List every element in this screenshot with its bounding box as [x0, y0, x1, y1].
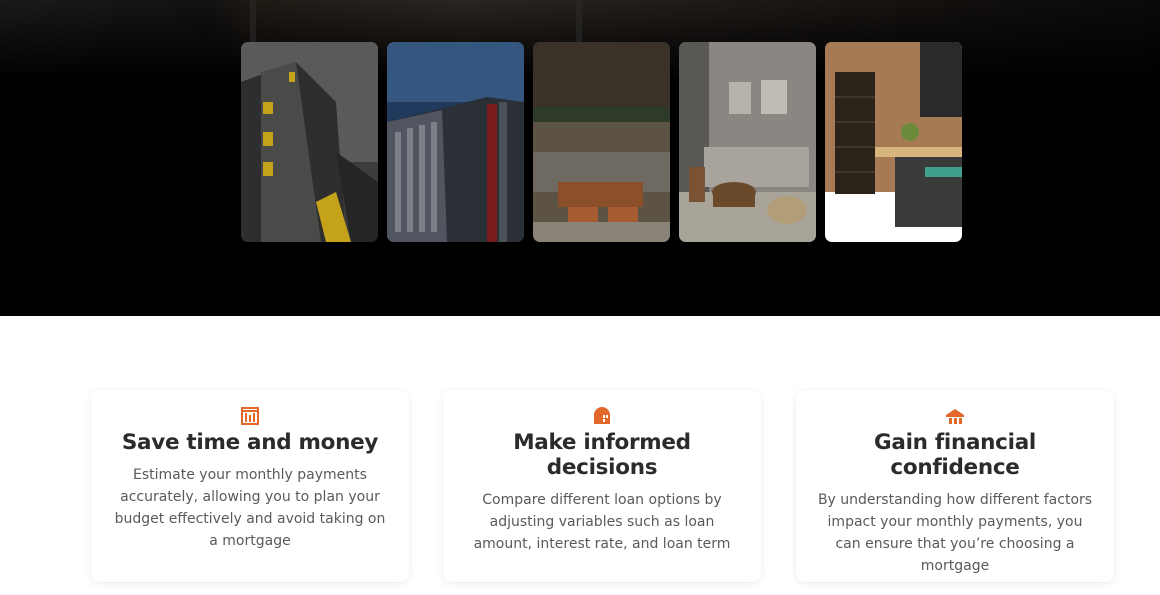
hero-section: [0, 0, 1160, 316]
feature-title: Save time and money: [121, 430, 379, 455]
home-roof-icon: [946, 409, 964, 424]
feature-title: Gain financial confidence: [874, 430, 1036, 480]
feature-description: Compare different loan options by adjust…: [473, 492, 731, 552]
building-photo: [241, 42, 378, 242]
living-room-photo: [533, 42, 670, 242]
lounge-photo: [679, 42, 816, 242]
tower-photo: [387, 42, 524, 242]
calculator-icon: [241, 407, 259, 425]
feature-description: Estimate your monthly payments accuratel…: [114, 467, 386, 549]
house-icon: [594, 407, 610, 424]
feature-description: By understanding how different factors i…: [817, 492, 1093, 574]
feature-card-informed-decisions: Make informed decisions Compare differen…: [443, 390, 761, 582]
feature-card-save-time: Save time and money Estimate your monthl…: [91, 390, 409, 582]
kitchen-photo: [825, 42, 962, 242]
feature-card-financial-confidence: Gain financial confidence By understandi…: [796, 390, 1114, 582]
feature-title: Make informed decisions: [513, 430, 691, 480]
photo-gallery: [241, 42, 962, 242]
